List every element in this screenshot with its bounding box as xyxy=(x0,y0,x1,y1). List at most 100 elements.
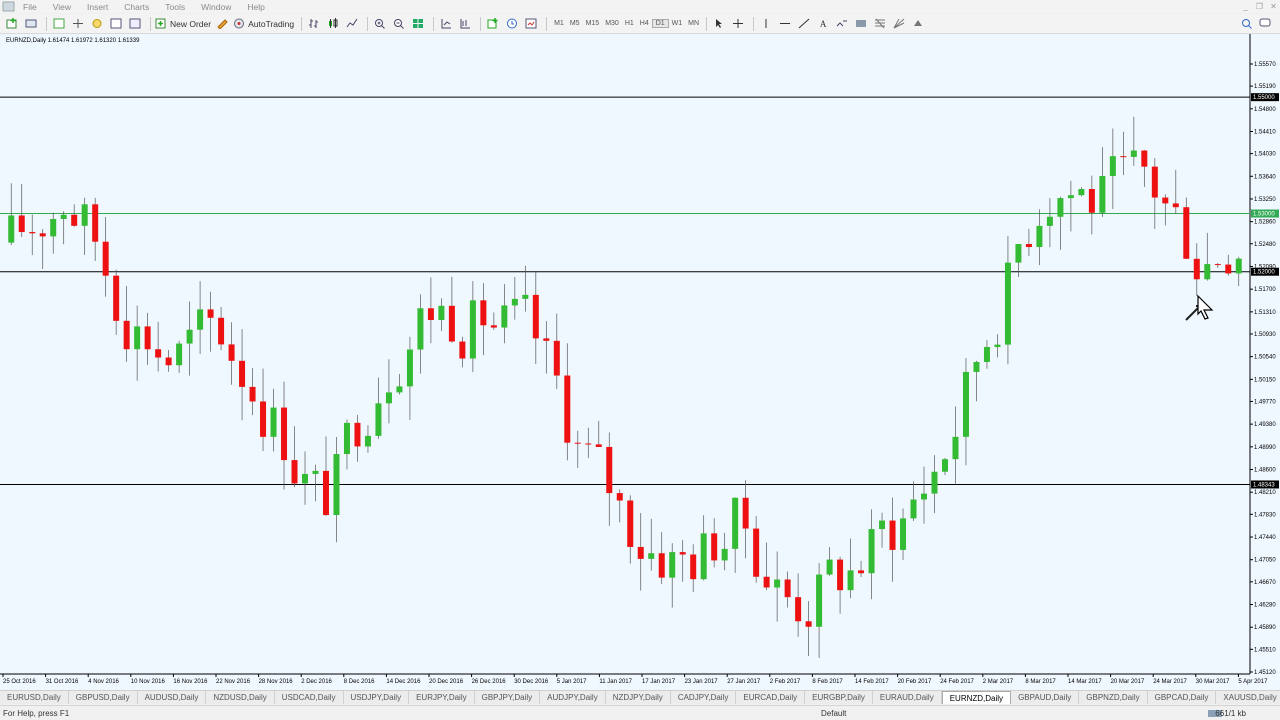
tab-gbpaud[interactable]: GBPAUD,Daily xyxy=(1011,691,1080,704)
metaeditor-icon xyxy=(217,19,228,29)
candle-bull xyxy=(962,371,969,437)
metaeditor-button[interactable] xyxy=(214,16,230,32)
chart-window[interactable]: 1.55570 1.55190 1.54800 1.54410 1.54030 1.536… xyxy=(0,34,1280,690)
market-watch-button[interactable] xyxy=(51,16,67,32)
candle-bull xyxy=(364,435,371,447)
candle-bull xyxy=(910,499,917,519)
tab-gbpusd[interactable]: GBPUSD,Daily xyxy=(69,691,138,704)
periods-button[interactable] xyxy=(504,16,520,32)
tab-nzdjpy[interactable]: NZDJPY,Daily xyxy=(606,691,671,704)
level-price-label: 1.53000 xyxy=(1253,212,1275,218)
tab-eurusd[interactable]: EURUSD,Daily xyxy=(0,691,69,704)
timeframe-m1[interactable]: M1 xyxy=(551,20,567,27)
tab-nzdusd[interactable]: NZDUSD,Daily xyxy=(206,691,275,704)
timeframe-h4[interactable]: H4 xyxy=(637,20,652,27)
candle-bull xyxy=(302,473,309,484)
status-profile[interactable]: Default xyxy=(821,709,846,718)
plot-area[interactable] xyxy=(0,34,1250,674)
arrows-button[interactable] xyxy=(910,16,926,32)
navigator-button[interactable] xyxy=(89,16,105,32)
bar-chart-button[interactable] xyxy=(306,16,322,32)
status-connection[interactable]: 661/1 kb xyxy=(1215,709,1246,718)
timeframe-mn[interactable]: MN xyxy=(685,20,702,27)
new-chart-button[interactable] xyxy=(4,16,20,32)
search-button[interactable] xyxy=(1239,16,1255,32)
candle-bull xyxy=(1036,225,1043,248)
zoom-in-button[interactable] xyxy=(372,16,388,32)
new-order-button[interactable]: New Order xyxy=(155,16,211,32)
autoscroll-button[interactable] xyxy=(457,16,473,32)
candlestick-button[interactable] xyxy=(325,16,341,32)
tab-gbpjpy[interactable]: GBPJPY,Daily xyxy=(475,691,541,704)
autotrading-button[interactable]: AutoTrading xyxy=(233,16,294,32)
timeframe-h1[interactable]: H1 xyxy=(622,20,637,27)
candle-bear xyxy=(1162,197,1169,204)
time-tick-label: 20 Mar 2017 xyxy=(1111,679,1145,685)
timeframe-m5[interactable]: M5 xyxy=(567,20,583,27)
menu-charts[interactable]: Charts xyxy=(116,2,157,12)
horizontal-line-button[interactable] xyxy=(777,16,793,32)
tab-audjpy[interactable]: AUDJPY,Daily xyxy=(540,691,606,704)
timeframe-w1[interactable]: W1 xyxy=(669,20,686,27)
grid-button[interactable] xyxy=(853,16,869,32)
menu-help[interactable]: Help xyxy=(239,2,272,12)
tab-cadjpy[interactable]: CADJPY,Daily xyxy=(671,691,737,704)
chat-button[interactable] xyxy=(1257,16,1273,32)
trendline-button[interactable] xyxy=(796,16,812,32)
timeframe-d1[interactable]: D1 xyxy=(651,19,669,28)
indicators-button[interactable] xyxy=(485,16,501,32)
fibonacci-button[interactable] xyxy=(872,16,888,32)
tab-eurjpy[interactable]: EURJPY,Daily xyxy=(409,691,475,704)
price-tick-label: 1.53640 xyxy=(1254,174,1276,180)
candle-bull xyxy=(343,422,350,455)
menu-tools[interactable]: Tools xyxy=(157,2,193,12)
shapes-icon xyxy=(836,20,848,27)
line-chart-button[interactable] xyxy=(344,16,360,32)
menu-view[interactable]: View xyxy=(45,2,79,12)
tab-usdjpy[interactable]: USDJPY,Daily xyxy=(344,691,410,704)
candle-bear xyxy=(123,320,130,350)
tab-gbpnzd[interactable]: GBPNZD,Daily xyxy=(1079,691,1148,704)
candle-bull xyxy=(417,308,424,350)
tab-eurnzd[interactable]: EURNZD,Daily xyxy=(941,691,1012,704)
timeframe-m15[interactable]: M15 xyxy=(583,20,603,27)
strategy-tester-button[interactable] xyxy=(127,16,143,32)
restore-icon[interactable]: ❐ xyxy=(1255,2,1264,11)
candle-bull xyxy=(1078,189,1085,196)
time-tick-label: 8 Dec 2016 xyxy=(344,679,375,685)
timeframe-m30[interactable]: M30 xyxy=(602,20,622,27)
tab-eurcad[interactable]: EURCAD,Daily xyxy=(736,691,806,704)
crosshair-tool-button[interactable] xyxy=(730,16,746,32)
data-window-button[interactable] xyxy=(70,16,86,32)
candlestick-chart[interactable]: 1.55570 1.55190 1.54800 1.54410 1.54030 1.536… xyxy=(0,34,1280,690)
tab-euraud[interactable]: EURAUD,Daily xyxy=(873,691,942,704)
text-tool-button[interactable]: A xyxy=(815,16,831,32)
cursor-tool-button[interactable] xyxy=(711,16,727,32)
objects-button[interactable] xyxy=(834,16,850,32)
candle-bull xyxy=(1130,150,1137,157)
vertical-line-button[interactable] xyxy=(758,16,774,32)
menu-file[interactable]: File xyxy=(15,2,45,12)
minimize-icon[interactable]: _ xyxy=(1241,2,1250,11)
time-tick-label: 23 Jan 2017 xyxy=(685,679,719,685)
zoom-out-button[interactable] xyxy=(391,16,407,32)
candle-bull xyxy=(50,219,57,237)
candle-bull xyxy=(973,362,980,372)
chart-shift-button[interactable] xyxy=(438,16,454,32)
tab-eurgbp[interactable]: EURGBP,Daily xyxy=(805,691,873,704)
tab-gbpcad[interactable]: GBPCAD,Daily xyxy=(1148,691,1217,704)
candle-bear xyxy=(102,241,109,276)
tab-audusd[interactable]: AUDUSD,Daily xyxy=(138,691,207,704)
templates-button[interactable] xyxy=(523,16,539,32)
menu-window[interactable]: Window xyxy=(193,2,239,12)
price-tick-label: 1.50540 xyxy=(1254,355,1276,361)
menu-insert[interactable]: Insert xyxy=(79,2,116,12)
tab-usdcad[interactable]: USDCAD,Daily xyxy=(275,691,344,704)
tile-windows-button[interactable] xyxy=(410,16,426,32)
tab-xauusd[interactable]: XAUUSD,Daily xyxy=(1216,691,1280,704)
gann-button[interactable] xyxy=(891,16,907,32)
candle-bull xyxy=(1235,258,1242,274)
profiles-button[interactable] xyxy=(23,16,39,32)
close-icon[interactable]: ✕ xyxy=(1269,2,1278,11)
terminal-button[interactable] xyxy=(108,16,124,32)
